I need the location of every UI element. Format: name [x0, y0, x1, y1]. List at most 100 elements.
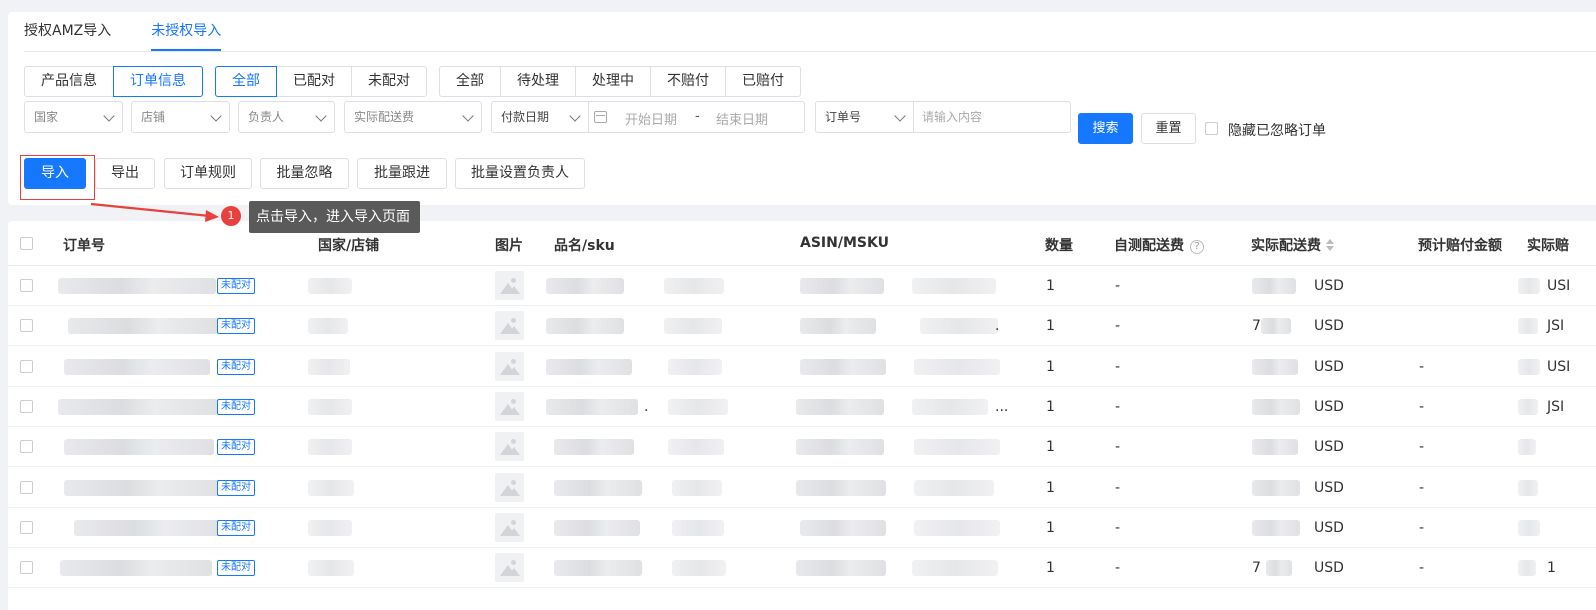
currency-cell: USD	[1314, 278, 1344, 294]
status-filter-group: 全部 待处理 处理中 不赔付 已赔付	[439, 66, 801, 97]
image-placeholder-icon	[495, 311, 524, 341]
hide-ignored-label[interactable]: 隐藏已忽略订单	[1228, 120, 1326, 140]
batch-ignore-button[interactable]: 批量忽略	[260, 158, 349, 189]
table-header: 订单号 国家/店铺 图片 品名/sku ASIN/MSKU 数量 自测配送费? …	[8, 221, 1596, 266]
redacted-text	[546, 318, 624, 335]
qty-cell: 1	[1046, 318, 1055, 335]
country-select-label: 国家	[34, 110, 59, 124]
step-badge: 1	[221, 206, 241, 226]
redacted-text	[554, 560, 642, 577]
redacted-text	[664, 318, 722, 335]
order-info-button[interactable]: 订单信息	[113, 66, 203, 97]
reset-button[interactable]: 重置	[1141, 113, 1196, 144]
redacted-text	[664, 278, 724, 294]
redacted-text	[1252, 519, 1300, 536]
owner-select[interactable]: 负责人	[238, 101, 335, 133]
date-type-select[interactable]: 付款日期	[491, 101, 589, 133]
table-row[interactable]: 未配对 1 - USD -	[8, 468, 1596, 508]
search-button[interactable]: 搜索	[1078, 113, 1133, 144]
tab-authorized-amz-import[interactable]: 授权AMZ导入	[24, 12, 111, 51]
redacted-text	[308, 560, 354, 577]
chevron-down-icon	[315, 110, 327, 122]
search-field-label: 订单号	[825, 110, 862, 124]
row-checkbox[interactable]	[20, 440, 33, 454]
qty-cell: 1	[1046, 439, 1055, 456]
match-all-button[interactable]: 全部	[215, 66, 277, 97]
status-processing-button[interactable]: 处理中	[575, 66, 651, 97]
self-fee-cell: -	[1115, 479, 1121, 496]
redacted-text	[308, 519, 352, 536]
table-row[interactable]: 未配对.... 1 - USD - JSI	[8, 387, 1596, 427]
status-pending-button[interactable]: 待处理	[500, 66, 576, 97]
col-name-sku: 品名/sku	[554, 238, 615, 254]
redacted-text	[914, 519, 1000, 536]
redacted-text	[668, 439, 724, 456]
redacted-text	[1252, 398, 1300, 415]
redacted-text	[800, 318, 876, 335]
est-compensation-cell: -	[1419, 519, 1425, 536]
country-select[interactable]: 国家	[24, 101, 123, 133]
store-select[interactable]: 店铺	[131, 101, 230, 133]
redacted-text	[1518, 479, 1538, 496]
unmatched-tag: 未配对	[217, 439, 255, 456]
actual-compensation-cell: JSI	[1547, 318, 1565, 335]
est-compensation-cell: -	[1419, 560, 1425, 577]
redacted-text	[912, 398, 988, 415]
redacted-text	[912, 560, 998, 577]
currency-cell: USD	[1314, 519, 1344, 536]
select-all-checkbox[interactable]	[20, 237, 33, 250]
tab-unauthorized-import[interactable]: 未授权导入	[151, 12, 222, 51]
row-checkbox[interactable]	[20, 279, 33, 292]
image-placeholder-icon	[495, 432, 524, 462]
image-placeholder-icon	[495, 351, 524, 381]
redacted-text	[672, 479, 722, 496]
batch-follow-button[interactable]: 批量跟进	[357, 158, 447, 189]
batch-set-owner-button[interactable]: 批量设置负责人	[455, 158, 585, 189]
actual-fee-select[interactable]: 实际配送费	[344, 101, 482, 133]
qty-cell: 1	[1046, 560, 1055, 577]
status-no-compensation-button[interactable]: 不赔付	[650, 66, 726, 97]
currency-cell: USD	[1314, 479, 1344, 496]
order-rules-button[interactable]: 订单规则	[164, 158, 252, 189]
row-checkbox[interactable]	[20, 319, 33, 333]
date-range-picker[interactable]: 开始日期 - 结束日期	[589, 101, 805, 133]
status-compensated-button[interactable]: 已赔付	[725, 66, 801, 97]
fee-prefix-cell: 7	[1252, 560, 1261, 577]
self-fee-cell: -	[1115, 560, 1121, 577]
row-checkbox[interactable]	[20, 399, 33, 413]
product-info-button[interactable]: 产品信息	[24, 66, 114, 97]
unmatched-button[interactable]: 未配对	[351, 66, 427, 97]
col-actual-fee[interactable]: 实际配送费	[1251, 235, 1334, 255]
row-checkbox[interactable]	[20, 359, 33, 373]
matched-button[interactable]: 已配对	[276, 66, 352, 97]
col-qty: 数量	[1045, 238, 1073, 254]
redacted-text	[554, 519, 640, 536]
export-button[interactable]: 导出	[95, 158, 155, 189]
col-est-compensation: 预计赔付金额	[1418, 238, 1502, 254]
redacted-text	[308, 358, 350, 375]
row-checkbox[interactable]	[20, 480, 33, 494]
status-all-button[interactable]: 全部	[439, 66, 501, 97]
table-row[interactable]: 未配对. 1 - 7 USD JSI	[8, 306, 1596, 347]
est-compensation-cell: -	[1419, 479, 1425, 496]
sort-icon[interactable]	[1326, 239, 1334, 251]
table-row[interactable]: 未配对 1 - 7 USD - 1	[8, 548, 1596, 589]
table-row[interactable]: 未配对 1 - USD USI	[8, 266, 1596, 306]
row-checkbox[interactable]	[20, 520, 33, 534]
start-date-placeholder: 开始日期	[625, 113, 678, 128]
redacted-text	[1518, 278, 1540, 294]
hide-ignored-checkbox[interactable]	[1205, 122, 1218, 135]
table-row[interactable]: 未配对 1 - USD -	[8, 508, 1596, 548]
search-field-select[interactable]: 订单号	[815, 101, 914, 133]
table-row[interactable]: 未配对 1 - USD -	[8, 427, 1596, 468]
redacted-text	[64, 358, 210, 375]
self-fee-cell: -	[1115, 519, 1121, 536]
row-checkbox[interactable]	[20, 561, 33, 575]
redacted-text	[1252, 358, 1298, 375]
table-row[interactable]: 未配对 1 - USD - USI	[8, 347, 1596, 387]
actual-compensation-cell: 1	[1547, 560, 1556, 577]
search-input[interactable]	[914, 101, 1071, 133]
redacted-text	[800, 358, 886, 375]
help-icon[interactable]: ?	[1190, 240, 1204, 254]
qty-cell: 1	[1046, 398, 1055, 415]
